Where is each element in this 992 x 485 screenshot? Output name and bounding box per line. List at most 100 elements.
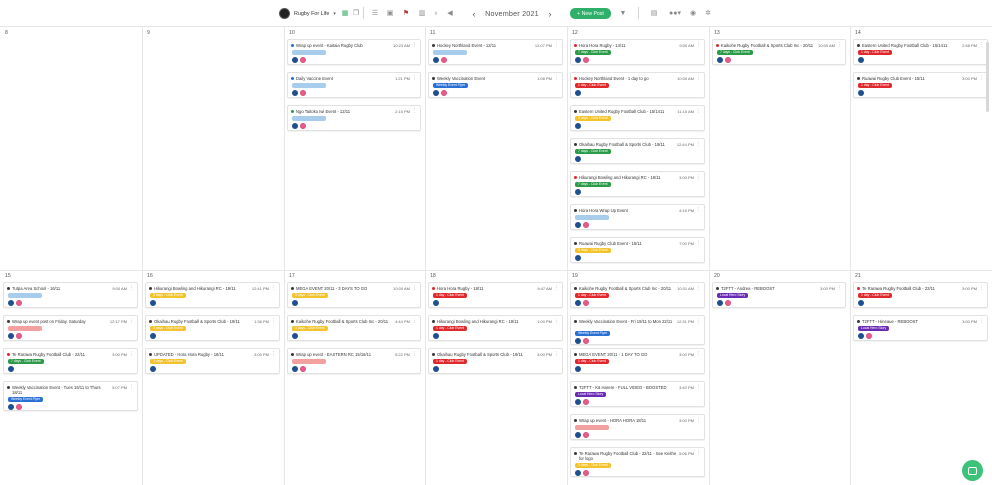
- more-options-icon[interactable]: ⋮: [696, 76, 701, 81]
- more-options-icon[interactable]: ⋮: [696, 142, 701, 147]
- event-card[interactable]: MEGA EVENT 20/11 - 1 DAY TO GO 3:00 PM ⋮ 1 …: [570, 348, 705, 374]
- more-options-icon[interactable]: ⋮: [271, 319, 276, 324]
- more-options-icon[interactable]: ⋮: [129, 385, 134, 390]
- more-options-icon[interactable]: ⋮: [696, 208, 701, 213]
- more-options-icon[interactable]: ⋮: [837, 43, 842, 48]
- event-card[interactable]: Hora Hora Wrap Up Event 4:15 PM ⋮: [570, 204, 705, 230]
- more-options-icon[interactable]: ⋮: [696, 286, 701, 291]
- more-options-icon[interactable]: ⋮: [554, 43, 559, 48]
- settings-icon[interactable]: ✲: [704, 9, 712, 17]
- event-card[interactable]: Hora Hora Rugby - 18/11 9:47 AM ⋮ 1 day - C…: [428, 282, 563, 308]
- event-card[interactable]: T2FTT - Kā Harere - FULL VIDEO - BOOSTED…: [570, 381, 705, 407]
- team-icon[interactable]: ●●▾: [668, 9, 682, 17]
- more-options-icon[interactable]: ⋮: [412, 43, 417, 48]
- bulb-icon[interactable]: ♁: [432, 9, 440, 17]
- day-cell[interactable]: 12 Hora Hora Rugby - 14/11 9:00 AM ⋮ 7 days …: [567, 27, 709, 270]
- day-cell[interactable]: 17 MEGA EVENT 20/11 - 3 DAYS TO GO 10:00 A…: [284, 270, 425, 485]
- day-cell[interactable]: 18 Hora Hora Rugby - 18/11 9:47 AM ⋮ 1 day -…: [425, 270, 567, 485]
- more-options-icon[interactable]: ⋮: [412, 109, 417, 114]
- more-options-icon[interactable]: ⋮: [554, 352, 559, 357]
- event-card[interactable]: Hikurangi Bowling and Hikurangi RC - 19/…: [570, 171, 705, 197]
- event-card[interactable]: Weekly Vaccination Event - Tues 16/11 to…: [3, 381, 138, 411]
- event-card[interactable]: Okaihau Rugby Football & Sports Club - 1…: [570, 138, 705, 164]
- help-icon[interactable]: ◉: [689, 9, 697, 17]
- chat-button[interactable]: [962, 460, 983, 481]
- more-options-icon[interactable]: ⋮: [412, 286, 417, 291]
- event-card[interactable]: MEGA EVENT 20/11 - 3 DAYS TO GO 10:00 AM ⋮…: [287, 282, 421, 308]
- event-card[interactable]: Wrap up event - EASTERN RC 15/16/11 5:22 …: [287, 348, 421, 374]
- more-options-icon[interactable]: ⋮: [696, 418, 701, 423]
- more-options-icon[interactable]: ⋮: [271, 286, 276, 291]
- image-icon[interactable]: ▣: [386, 9, 394, 17]
- more-options-icon[interactable]: ⋮: [696, 352, 701, 357]
- event-card[interactable]: T2FTT - Andrea - REBOOST 3:00 PM ⋮ Local He…: [712, 282, 846, 308]
- book-icon[interactable]: ▤: [650, 9, 658, 17]
- more-options-icon[interactable]: ⋮: [412, 76, 417, 81]
- scrollbar[interactable]: [986, 42, 989, 112]
- day-cell[interactable]: 21 Te Rarawa Rugby Football Club - 22/11 3…: [850, 270, 992, 485]
- list-icon[interactable]: ☰: [371, 9, 379, 17]
- megaphone-icon[interactable]: ◀: [446, 9, 454, 17]
- event-card[interactable]: Weekly Vaccination Event 1:08 PM ⋮ Weekly E…: [428, 72, 563, 98]
- more-options-icon[interactable]: ⋮: [554, 76, 559, 81]
- event-card[interactable]: Okaihau Rugby Football & Sports Club - 1…: [428, 348, 563, 374]
- more-options-icon[interactable]: ⋮: [696, 241, 701, 246]
- more-options-icon[interactable]: ⋮: [696, 175, 701, 180]
- event-card[interactable]: Eastern United Rugby Football Club - 15/…: [570, 105, 705, 131]
- event-card[interactable]: Wrap up event - HORA HORA 18/11 3:00 PM ⋮: [570, 414, 705, 440]
- more-options-icon[interactable]: ⋮: [271, 352, 276, 357]
- more-options-icon[interactable]: ⋮: [696, 109, 701, 114]
- copy-icon[interactable]: ❐: [352, 9, 360, 17]
- event-card[interactable]: Ruawai Rugby Club Event - 15/11 3:00 PM ⋮ 1…: [853, 72, 988, 98]
- day-cell[interactable]: 13 Kaikohe Rugby Football & Sports Club I…: [709, 27, 850, 270]
- more-options-icon[interactable]: ⋮: [696, 319, 701, 324]
- more-options-icon[interactable]: ⋮: [129, 319, 134, 324]
- event-card[interactable]: UPDATED - Hora Hora Rugby - 18/11 3:00 PM…: [145, 348, 280, 374]
- chevron-right-icon[interactable]: ›: [546, 9, 554, 19]
- more-options-icon[interactable]: ⋮: [979, 319, 984, 324]
- filter-icon[interactable]: ▼: [619, 9, 627, 17]
- event-card[interactable]: Kaikohe Rugby Football & Sports Club Inc…: [287, 315, 421, 341]
- event-card[interactable]: Hora Hora Rugby - 14/11 9:00 AM ⋮ 7 days - …: [570, 39, 705, 65]
- event-card[interactable]: Weekly Vaccination Event - Fri 19/11 to …: [570, 315, 705, 345]
- event-card[interactable]: Te Rarawa Rugby Football Club - 22/11 3:0…: [853, 282, 988, 308]
- calendar-icon[interactable]: ▦: [341, 9, 349, 17]
- event-card[interactable]: Te Rarawa Rugby Football Club - 22/11 - …: [570, 447, 705, 477]
- more-options-icon[interactable]: ⋮: [696, 43, 701, 48]
- more-options-icon[interactable]: ⋮: [554, 319, 559, 324]
- day-cell[interactable]: 14 Eastern United Rugby Football Club - 1…: [850, 27, 992, 270]
- day-cell[interactable]: 19 Kaikohe Rugby Football & Sports Club I…: [567, 270, 709, 485]
- event-card[interactable]: Te Rarawa Rugby Football Club - 22/11 3:0…: [3, 348, 138, 374]
- day-cell[interactable]: 20 T2FTT - Andrea - REBOOST 3:00 PM ⋮ Local …: [709, 270, 850, 485]
- more-options-icon[interactable]: ⋮: [696, 451, 701, 456]
- chevron-left-icon[interactable]: ‹: [470, 9, 478, 19]
- day-cell[interactable]: 15 Tutpa Area School - 16/11 9:00 AM ⋮ Wrap …: [0, 270, 142, 485]
- event-card[interactable]: Wrap up event - Kaitaia Rugby Club 10:23 …: [287, 39, 421, 65]
- event-card[interactable]: Ruawai Rugby Club Event - 15/11 7:00 PM ⋮ 3…: [570, 237, 705, 263]
- event-card[interactable]: Ngo Taitoko Iwi Event - 12/11 2:15 PM ⋮: [287, 105, 421, 131]
- more-options-icon[interactable]: ⋮: [412, 319, 417, 324]
- event-card[interactable]: Kaikohe Rugby Football & Sports Club Inc…: [712, 39, 846, 65]
- event-card[interactable]: Wrap up event post on Friday. Saturday 12…: [3, 315, 138, 341]
- event-card[interactable]: Tutpa Area School - 16/11 9:00 AM ⋮: [3, 282, 138, 308]
- library-icon[interactable]: ▥: [418, 9, 426, 17]
- event-card[interactable]: T2FTT - Hineaue - REBOOST 3:00 PM ⋮ Local H…: [853, 315, 988, 341]
- more-options-icon[interactable]: ⋮: [696, 385, 701, 390]
- event-card[interactable]: Eastern United Rugby Football Club - 15/…: [853, 39, 988, 65]
- more-options-icon[interactable]: ⋮: [979, 43, 984, 48]
- day-cell[interactable]: 8: [0, 27, 142, 270]
- more-options-icon[interactable]: ⋮: [837, 286, 842, 291]
- workspace-selector[interactable]: Rugby For Life ▾: [279, 7, 336, 20]
- event-card[interactable]: Okaihau Rugby Football & Sports Club - 1…: [145, 315, 280, 341]
- event-card[interactable]: Hikurangi Bowling and Hikurangi RC - 19/…: [428, 315, 563, 341]
- more-options-icon[interactable]: ⋮: [129, 352, 134, 357]
- new-post-button[interactable]: + New Post: [570, 8, 611, 19]
- more-options-icon[interactable]: ⋮: [129, 286, 134, 291]
- more-options-icon[interactable]: ⋮: [979, 286, 984, 291]
- day-cell[interactable]: 11 Hockey Northland Event - 12/11 12:07 PM…: [425, 27, 567, 270]
- event-card[interactable]: Daily Vaccine Event 1:21 PM ⋮: [287, 72, 421, 98]
- flag-icon[interactable]: ⚑: [402, 9, 410, 17]
- day-cell[interactable]: 9: [142, 27, 284, 270]
- more-options-icon[interactable]: ⋮: [554, 286, 559, 291]
- day-cell[interactable]: 16 Hikurangi Bowling and Hikurangi RC - 1…: [142, 270, 284, 485]
